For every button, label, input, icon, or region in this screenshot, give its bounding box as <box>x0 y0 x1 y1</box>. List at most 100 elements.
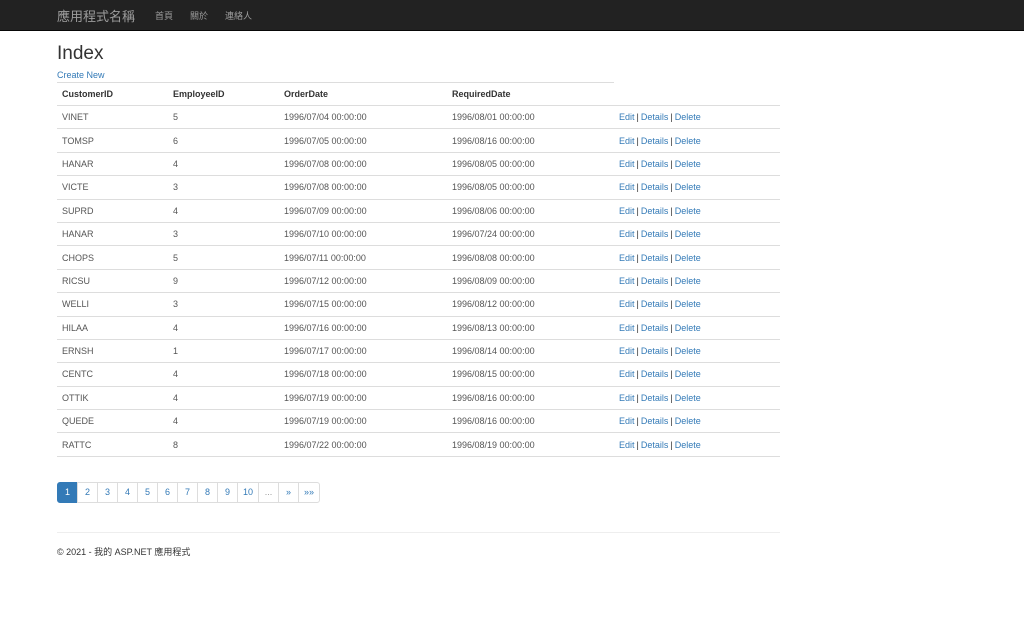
delete-link[interactable]: Delete <box>675 369 701 379</box>
cell-employee-id: 1 <box>168 339 279 364</box>
cell-actions: Edit | Details | Delete <box>614 245 780 270</box>
delete-link[interactable]: Delete <box>675 416 701 426</box>
delete-link[interactable]: Delete <box>675 253 701 263</box>
details-link[interactable]: Details <box>641 346 669 356</box>
cell-employee-id: 4 <box>168 199 279 223</box>
edit-link[interactable]: Edit <box>619 206 635 216</box>
edit-link[interactable]: Edit <box>619 416 635 426</box>
action-separator: | <box>636 252 639 263</box>
delete-link[interactable]: Delete <box>675 112 701 122</box>
table-row: TOMSP 6 1996/07/05 00:00:00 1996/08/16 00:0… <box>57 128 780 153</box>
delete-link[interactable]: Delete <box>675 323 701 333</box>
cell-customer-id: HANAR <box>57 222 168 247</box>
details-link[interactable]: Details <box>641 182 669 192</box>
cell-customer-id: SUPRD <box>57 199 168 223</box>
page-link-5[interactable]: 5 <box>137 481 158 503</box>
delete-link[interactable]: Delete <box>675 299 701 309</box>
edit-link[interactable]: Edit <box>619 229 635 239</box>
page-link-1[interactable]: 1 <box>57 481 78 503</box>
delete-link[interactable]: Delete <box>675 206 701 216</box>
footer-text: © 2021 - 我的 ASP.NET 應用程式 <box>57 546 191 557</box>
cell-employee-id: 3 <box>168 292 279 317</box>
cell-actions: Edit | Details | Delete <box>614 386 780 411</box>
cell-required-date: 1996/08/08 00:00:00 <box>447 245 614 270</box>
cell-customer-id: TOMSP <box>57 128 168 153</box>
action-separator: | <box>670 205 673 216</box>
edit-link[interactable]: Edit <box>619 440 635 450</box>
page-link-3[interactable]: 3 <box>97 481 118 503</box>
edit-link[interactable]: Edit <box>619 393 635 403</box>
cell-customer-id: ERNSH <box>57 339 168 364</box>
page-link-2[interactable]: 2 <box>77 481 98 503</box>
cell-order-date: 1996/07/22 00:00:00 <box>279 432 447 457</box>
edit-link[interactable]: Edit <box>619 112 635 122</box>
details-link[interactable]: Details <box>641 159 669 169</box>
cell-employee-id: 3 <box>168 175 279 200</box>
action-separator: | <box>670 135 673 146</box>
delete-link[interactable]: Delete <box>675 159 701 169</box>
nav-link-home[interactable]: 首頁 <box>155 9 173 22</box>
edit-link[interactable]: Edit <box>619 276 635 286</box>
details-link[interactable]: Details <box>641 206 669 216</box>
edit-link[interactable]: Edit <box>619 299 635 309</box>
delete-link[interactable]: Delete <box>675 136 701 146</box>
details-link[interactable]: Details <box>641 112 669 122</box>
cell-required-date: 1996/08/12 00:00:00 <box>447 292 614 317</box>
page-link-6[interactable]: 6 <box>157 481 178 503</box>
action-separator: | <box>636 299 639 310</box>
cell-order-date: 1996/07/17 00:00:00 <box>279 339 447 364</box>
cell-actions: Edit | Details | Delete <box>614 269 780 294</box>
cell-customer-id: VICTE <box>57 175 168 200</box>
details-link[interactable]: Details <box>641 253 669 263</box>
page-link-10[interactable]: 10 <box>237 481 260 503</box>
cell-required-date: 1996/08/01 00:00:00 <box>447 105 614 130</box>
cell-actions: Edit | Details | Delete <box>614 409 780 434</box>
cell-order-date: 1996/07/04 00:00:00 <box>279 105 447 130</box>
details-link[interactable]: Details <box>641 299 669 309</box>
details-link[interactable]: Details <box>641 416 669 426</box>
edit-link[interactable]: Edit <box>619 369 635 379</box>
action-separator: | <box>636 439 639 450</box>
edit-link[interactable]: Edit <box>619 253 635 263</box>
table-row: VINET 5 1996/07/04 00:00:00 1996/08/01 00:0… <box>57 105 780 130</box>
details-link[interactable]: Details <box>641 229 669 239</box>
details-link[interactable]: Details <box>641 440 669 450</box>
delete-link[interactable]: Delete <box>675 346 701 356</box>
cell-employee-id: 4 <box>168 316 279 340</box>
create-new-link[interactable]: Create New <box>57 69 780 81</box>
cell-actions: Edit | Details | Delete <box>614 339 780 364</box>
action-separator: | <box>636 346 639 357</box>
delete-link[interactable]: Delete <box>675 276 701 286</box>
delete-link[interactable]: Delete <box>675 440 701 450</box>
details-link[interactable]: Details <box>641 393 669 403</box>
delete-link[interactable]: Delete <box>675 229 701 239</box>
edit-link[interactable]: Edit <box>619 323 635 333</box>
nav-link-contact[interactable]: 連絡人 <box>225 9 252 22</box>
page-link-9[interactable]: 9 <box>217 481 238 503</box>
page-link-4[interactable]: 4 <box>117 481 138 503</box>
page-link-7[interactable]: 7 <box>177 481 198 503</box>
action-separator: | <box>670 322 673 333</box>
details-link[interactable]: Details <box>641 276 669 286</box>
details-link[interactable]: Details <box>641 323 669 333</box>
details-link[interactable]: Details <box>641 369 669 379</box>
edit-link[interactable]: Edit <box>619 182 635 192</box>
cell-employee-id: 4 <box>168 152 279 177</box>
cell-actions: Edit | Details | Delete <box>614 175 780 200</box>
page-last-link[interactable]: »» <box>298 481 321 503</box>
action-separator: | <box>636 392 639 403</box>
table-row: QUEDE 4 1996/07/19 00:00:00 1996/08/16 00:0… <box>57 409 780 434</box>
page-link-8[interactable]: 8 <box>197 481 218 503</box>
edit-link[interactable]: Edit <box>619 346 635 356</box>
cell-customer-id: RICSU <box>57 269 168 294</box>
delete-link[interactable]: Delete <box>675 182 701 192</box>
nav-link-about[interactable]: 關於 <box>190 9 208 22</box>
details-link[interactable]: Details <box>641 136 669 146</box>
brand-link[interactable]: 應用程式名稱 <box>57 6 135 25</box>
delete-link[interactable]: Delete <box>675 393 701 403</box>
edit-link[interactable]: Edit <box>619 159 635 169</box>
action-separator: | <box>670 439 673 450</box>
page-next-link[interactable]: » <box>278 481 300 503</box>
table-row: WELLI 3 1996/07/15 00:00:00 1996/08/12 00:0… <box>57 292 780 317</box>
edit-link[interactable]: Edit <box>619 136 635 146</box>
